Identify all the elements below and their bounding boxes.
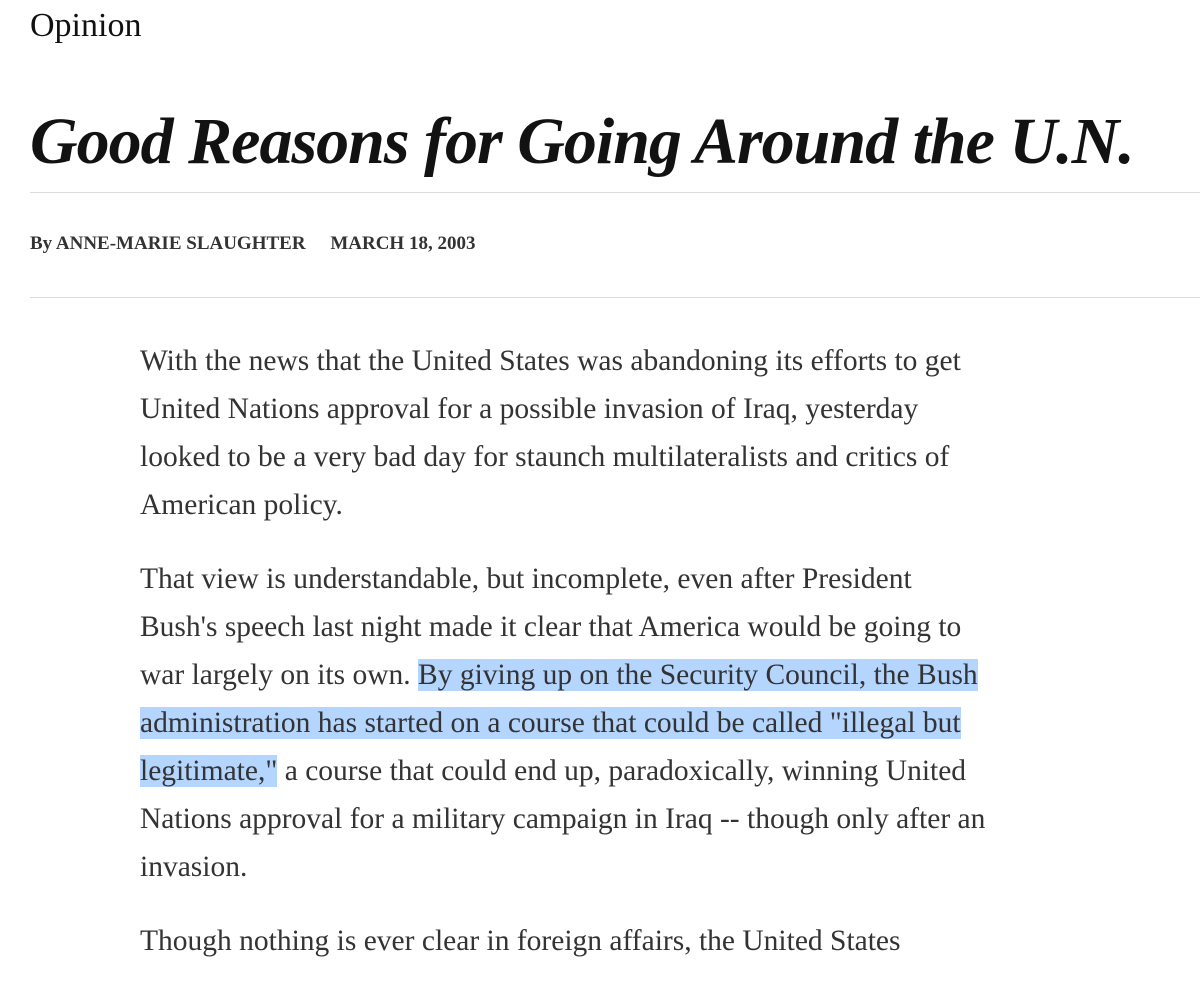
article-paragraph-1: With the news that the United States was… [140,337,1140,529]
paragraph-line: American policy. [140,489,343,521]
byline: By ANNE-MARIE SLAUGHTER MARCH 18, 2003 [30,230,475,258]
selected-text[interactable]: By giving up on the Security Council, th… [418,659,978,691]
paragraph-line: administration has started on a course t… [140,699,1140,747]
paragraph-line: Nations approval for a military campaign… [140,803,986,835]
paragraph-line: With the news that the United States was… [140,345,961,377]
byline-author[interactable]: ANNE-MARIE SLAUGHTER [56,233,306,254]
article-paragraph-2: That view is understandable, but incompl… [140,555,1140,891]
byline-prefix: By [30,233,53,254]
selected-text[interactable]: legitimate," [140,755,278,787]
byline-divider [30,297,1200,298]
paragraph-line: invasion. [140,851,248,883]
paragraph-line-partial: Though nothing is ever clear in foreign … [140,925,901,957]
paragraph-line: Bush's speech last night made it clear t… [140,611,962,643]
headline-divider [30,192,1200,193]
paragraph-line: legitimate," a course that could end up,… [140,747,1140,795]
article-headline: Good Reasons for Going Around the U.N. [30,105,1135,178]
section-label[interactable]: Opinion [30,4,141,48]
paragraph-line: looked to be a very bad day for staunch … [140,441,950,473]
byline-date: MARCH 18, 2003 [330,233,476,254]
plain-text: war largely on its own. [140,659,419,691]
article-body: With the news that the United States was… [140,337,1140,991]
paragraph-line: That view is understandable, but incompl… [140,563,912,595]
plain-text: a course that could end up, paradoxicall… [277,755,967,787]
paragraph-line: United Nations approval for a possible i… [140,393,919,425]
article-paragraph-3: Though nothing is ever clear in foreign … [140,917,1140,965]
selected-text[interactable]: administration has started on a course t… [140,707,961,739]
paragraph-line: war largely on its own. By giving up on … [140,651,1140,699]
